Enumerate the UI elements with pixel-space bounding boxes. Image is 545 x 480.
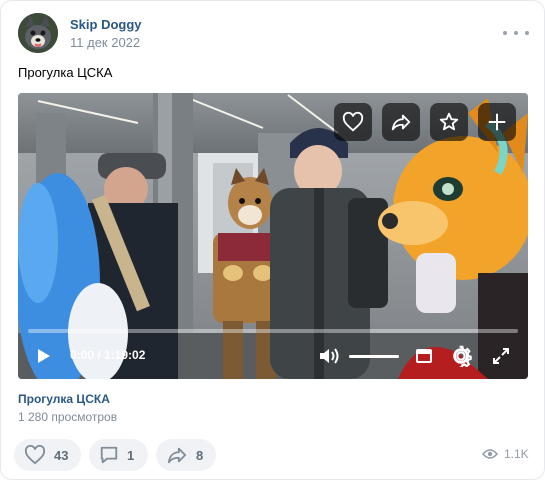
heart-icon bbox=[342, 111, 364, 132]
play-icon[interactable] bbox=[34, 347, 52, 370]
time-display: 0:00 / 1:19:02 bbox=[70, 348, 146, 362]
picture-in-picture-icon[interactable] bbox=[415, 347, 433, 370]
video-title-link[interactable]: Прогулка ЦСКА bbox=[18, 392, 110, 406]
bookmark-video-button[interactable] bbox=[430, 103, 468, 141]
more-options-icon[interactable] bbox=[503, 23, 529, 43]
plus-icon bbox=[488, 113, 506, 131]
share-icon bbox=[391, 114, 411, 131]
gear-icon[interactable] bbox=[450, 345, 472, 372]
progress-bar[interactable] bbox=[28, 329, 518, 333]
share-button[interactable]: 8 bbox=[156, 439, 216, 471]
comment-count: 1 bbox=[127, 447, 135, 463]
eye-icon bbox=[482, 449, 498, 459]
star-icon bbox=[439, 112, 459, 131]
post-date[interactable]: 11 дек 2022 bbox=[70, 35, 140, 50]
share-icon bbox=[167, 447, 187, 464]
fullscreen-icon[interactable] bbox=[491, 346, 511, 371]
author-name[interactable]: Skip Doggy bbox=[70, 17, 142, 32]
views-count: 1.1K bbox=[504, 447, 529, 461]
share-count: 8 bbox=[196, 447, 204, 463]
post-text: Прогулка ЦСКА bbox=[18, 65, 113, 80]
comment-icon bbox=[100, 446, 118, 464]
volume-slider[interactable] bbox=[349, 355, 399, 358]
like-count: 43 bbox=[54, 447, 69, 463]
views-counter: 1.1K bbox=[482, 447, 529, 461]
heart-icon bbox=[24, 445, 46, 465]
post-card: Skip Doggy 11 дек 2022 Прогулка ЦСКА 0:0… bbox=[0, 0, 545, 480]
video-views: 1 280 просмотров bbox=[18, 410, 118, 424]
volume-icon[interactable] bbox=[318, 347, 340, 370]
add-video-button[interactable] bbox=[478, 103, 516, 141]
video-player[interactable]: 0:00 / 1:19:02 bbox=[18, 93, 528, 379]
comment-button[interactable]: 1 bbox=[89, 439, 148, 471]
volume-fill bbox=[349, 355, 399, 358]
like-button[interactable]: 43 bbox=[14, 439, 81, 471]
share-video-button[interactable] bbox=[382, 103, 420, 141]
like-video-button[interactable] bbox=[334, 103, 372, 141]
avatar[interactable] bbox=[18, 13, 58, 53]
